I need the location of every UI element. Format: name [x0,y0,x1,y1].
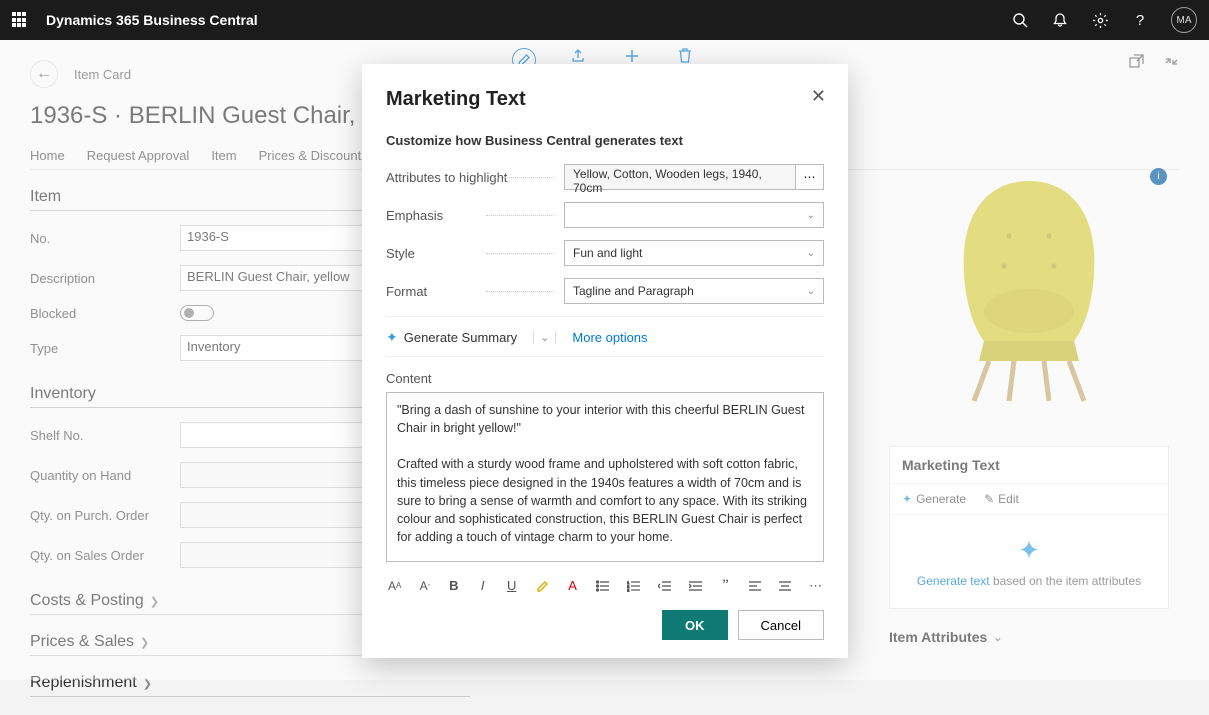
more-icon[interactable]: ⋯ [809,578,822,594]
numbered-list-icon[interactable]: 123 [627,580,640,592]
ok-button[interactable]: OK [662,610,728,640]
attributes-label: Attributes to highlight [386,170,564,185]
text-color-icon[interactable]: A [567,578,578,593]
search-icon[interactable] [1011,11,1029,29]
bold-icon[interactable]: B [448,578,459,593]
generate-dropdown-icon[interactable]: ⌄ [533,331,556,344]
emphasis-label: Emphasis [386,208,564,223]
format-label: Format [386,284,564,299]
generate-summary-button[interactable]: ✦Generate Summary [386,329,517,346]
chevron-down-icon: ⌄ [807,248,815,259]
top-bar: Dynamics 365 Business Central ? MA [0,0,1209,40]
align-center-icon[interactable] [779,581,791,591]
style-select[interactable]: Fun and light⌄ [564,240,824,266]
dialog-subtitle: Customize how Business Central generates… [386,133,824,148]
user-avatar[interactable]: MA [1171,7,1197,33]
content-label: Content [386,371,824,386]
italic-icon[interactable]: I [477,578,488,593]
underline-icon[interactable]: U [506,578,517,593]
editor-toolbar: AA A◦ B I U A 123 ” ⋯ [386,567,824,604]
close-icon[interactable]: ✕ [811,86,826,107]
outdent-icon[interactable] [658,580,671,592]
quote-icon[interactable]: ” [720,577,731,594]
sparkle-icon: ✦ [386,329,398,346]
attributes-more-button[interactable]: ⋯ [796,164,824,190]
more-options-link[interactable]: More options [572,330,647,345]
cancel-button[interactable]: Cancel [738,610,824,640]
content-textarea[interactable] [386,392,824,562]
align-left-icon[interactable] [749,581,761,591]
notifications-icon[interactable] [1051,11,1069,29]
chevron-down-icon: ⌄ [807,286,815,297]
bullet-list-icon[interactable] [596,580,609,592]
font-size-icon[interactable]: AA [388,579,401,593]
emphasis-select[interactable]: ⌄ [564,202,824,228]
chevron-down-icon: ⌄ [807,210,815,221]
style-label: Style [386,246,564,261]
highlight-icon[interactable] [535,579,549,593]
help-icon[interactable]: ? [1131,11,1149,29]
indent-icon[interactable] [689,580,702,592]
app-launcher-icon[interactable] [12,12,28,28]
app-title: Dynamics 365 Business Central [46,12,258,28]
settings-icon[interactable] [1091,11,1109,29]
marketing-text-dialog: Marketing Text ✕ Customize how Business … [362,64,848,658]
font-color-icon[interactable]: A◦ [419,579,430,593]
dialog-title: Marketing Text [386,88,824,111]
format-select[interactable]: Tagline and Paragraph⌄ [564,278,824,304]
svg-text:3: 3 [627,588,630,592]
attributes-field[interactable]: Yellow, Cotton, Wooden legs, 1940, 70cm [564,164,796,190]
